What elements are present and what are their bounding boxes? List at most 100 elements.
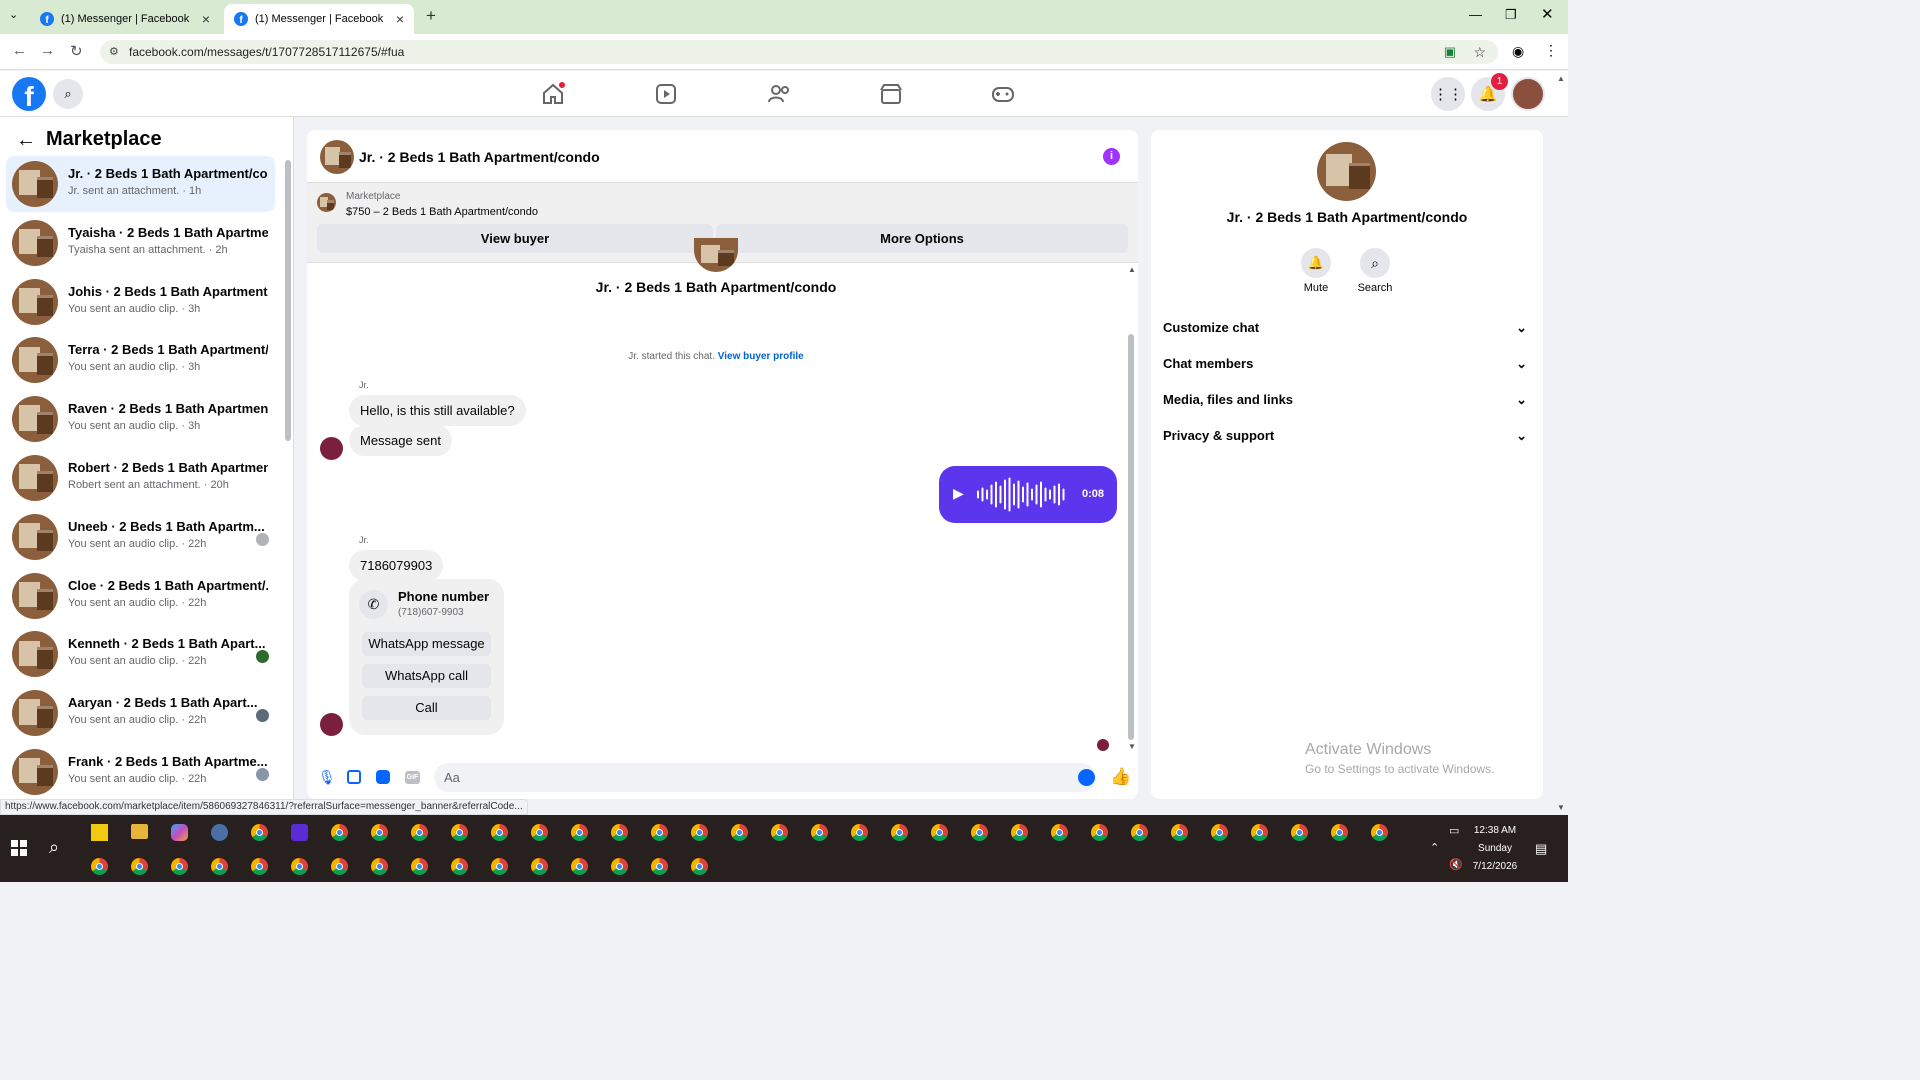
chrome-window-icon[interactable] [1251,824,1268,841]
install-app-icon[interactable]: ▣ [1444,40,1456,64]
browser-tab[interactable]: f (1) Messenger | Facebook × [30,4,220,34]
restore-icon[interactable]: ❐ [1505,7,1517,23]
chrome-window-icon[interactable] [1131,824,1148,841]
chrome-window-icon[interactable] [811,824,828,841]
more-options-button[interactable]: More Options [716,224,1128,253]
chrome-window-icon[interactable] [731,824,748,841]
site-info-icon[interactable]: ⚙ [109,40,119,64]
video-icon[interactable] [653,81,679,107]
gif-icon[interactable]: GIF [405,771,420,784]
conversation-item[interactable]: Robert · 2 Beds 1 Bath Apartmen... Robert… [6,450,275,506]
back-arrow-icon[interactable]: ← [16,129,36,152]
play-icon[interactable]: ▶ [953,485,964,502]
conversation-list-scrollbar[interactable] [285,160,291,441]
chrome-window-icon[interactable] [211,858,228,875]
gaming-icon[interactable] [990,81,1016,107]
page-scroll-up-icon[interactable]: ▲ [1557,74,1565,83]
chrome-window-icon[interactable] [691,858,708,875]
clock-date[interactable]: 7/12/2026 [1470,861,1520,872]
chrome-window-icon[interactable] [651,824,668,841]
network-icon[interactable]: ▭ [1449,824,1459,837]
photo-icon[interactable] [347,770,361,784]
search-icon[interactable]: ⌕ [53,79,83,109]
chrome-window-icon[interactable] [531,858,548,875]
conversation-item[interactable]: Tyaisha · 2 Beds 1 Bath Apartme... Tyaish… [6,215,275,271]
home-icon[interactable] [540,81,566,107]
chrome-window-icon[interactable] [331,824,348,841]
facebook-logo-icon[interactable]: f [12,77,46,111]
conversation-item[interactable]: Aaryan · 2 Beds 1 Bath Apart... You sent … [6,685,275,741]
conversation-info-icon[interactable]: i [1103,148,1120,165]
chrome-window-icon[interactable] [371,858,388,875]
chrome-window-icon[interactable] [611,858,628,875]
chrome-window-icon[interactable] [611,824,628,841]
chrome-window-icon[interactable] [571,858,588,875]
minimize-icon[interactable]: — [1469,7,1482,22]
app-icon[interactable] [291,824,308,841]
chat-avatar[interactable] [320,140,354,174]
chrome-window-icon[interactable] [771,824,788,841]
chrome-window-icon[interactable] [1371,824,1388,841]
message-bubble[interactable]: Message sent [349,425,452,456]
call-button[interactable]: Call [362,696,491,720]
chrome-window-icon[interactable] [651,858,668,875]
profile-icon[interactable]: ◉ [1512,43,1524,60]
chrome-window-icon[interactable] [171,858,188,875]
view-buyer-button[interactable]: View buyer [317,224,713,253]
chrome-window-icon[interactable] [331,858,348,875]
notification-center-icon[interactable]: ▤ [1535,841,1547,857]
close-tab-icon[interactable]: × [396,11,404,27]
clock-time[interactable]: 12:38 AM [1470,825,1520,836]
chrome-window-icon[interactable] [1171,824,1188,841]
chrome-window-icon[interactable] [251,824,268,841]
search-icon[interactable]: ⌕ [1360,248,1390,278]
chat-scrollbar[interactable]: ▲ ▼ [1125,264,1138,754]
whatsapp-call-button[interactable]: WhatsApp call [362,664,491,688]
copilot-icon[interactable] [171,824,188,841]
conversation-item[interactable]: Jr. · 2 Beds 1 Bath Apartment/co... Jr. s… [6,156,275,212]
friends-icon[interactable] [766,81,792,107]
chrome-window-icon[interactable] [851,824,868,841]
apps-menu-icon[interactable]: ⋮⋮ [1431,77,1465,111]
microphone-icon[interactable]: 🎙 [318,769,336,786]
sender-avatar[interactable] [320,437,343,460]
message-bubble[interactable]: Hello, is this still available? [349,395,526,426]
chrome-window-icon[interactable] [1051,824,1068,841]
conversation-item[interactable]: Raven · 2 Beds 1 Bath Apartmen... You sen… [6,391,275,447]
app-icon[interactable] [211,824,228,841]
conversation-item[interactable]: Terra · 2 Beds 1 Bath Apartment/... You s… [6,332,275,388]
close-tab-icon[interactable]: × [202,11,210,27]
account-avatar[interactable] [1511,77,1545,111]
chat-title[interactable]: Jr. · 2 Beds 1 Bath Apartment/condo [359,149,600,165]
mute-label[interactable]: Mute [1291,282,1341,294]
listing-title[interactable]: $750 – 2 Beds 1 Bath Apartment/condo [346,206,538,218]
conversation-item[interactable]: Frank · 2 Beds 1 Bath Apartme... You sent… [6,744,275,800]
browser-tab-active[interactable]: f (1) Messenger | Facebook × [224,4,414,34]
sender-avatar[interactable] [320,713,343,736]
audio-message[interactable]: ▶ 0:08 [939,466,1117,523]
conversation-item[interactable]: Uneeb · 2 Beds 1 Bath Apartm... You sent … [6,509,275,565]
chrome-window-icon[interactable] [1011,824,1028,841]
chrome-window-icon[interactable] [491,824,508,841]
chrome-window-icon[interactable] [1211,824,1228,841]
conversation-item[interactable]: Kenneth · 2 Beds 1 Bath Apart... You sent… [6,626,275,682]
chrome-window-icon[interactable] [691,824,708,841]
mute-bell-icon[interactable]: 🔔 [1301,248,1331,278]
chrome-window-icon[interactable] [931,824,948,841]
chrome-window-icon[interactable] [571,824,588,841]
whatsapp-message-button[interactable]: WhatsApp message [362,632,491,656]
bookmark-star-icon[interactable]: ☆ [1473,40,1486,64]
section-media-files-links[interactable]: Media, files and links ⌄ [1163,392,1527,408]
chrome-window-icon[interactable] [531,824,548,841]
section-customize-chat[interactable]: Customize chat ⌄ [1163,320,1527,336]
page-scroll-down-icon[interactable]: ▼ [1557,803,1565,812]
new-tab-icon[interactable]: + [426,6,436,26]
tray-chevron-icon[interactable]: ⌃ [1430,841,1439,854]
windows-start-icon[interactable] [11,840,27,856]
search-label[interactable]: Search [1350,282,1400,294]
chrome-window-icon[interactable] [491,858,508,875]
address-input[interactable]: ⚙ facebook.com/messages/t/17077285171126… [100,40,1498,64]
browser-menu-icon[interactable]: ⋮ [1544,42,1558,59]
sticky-notes-icon[interactable] [91,824,108,841]
chrome-window-icon[interactable] [451,824,468,841]
